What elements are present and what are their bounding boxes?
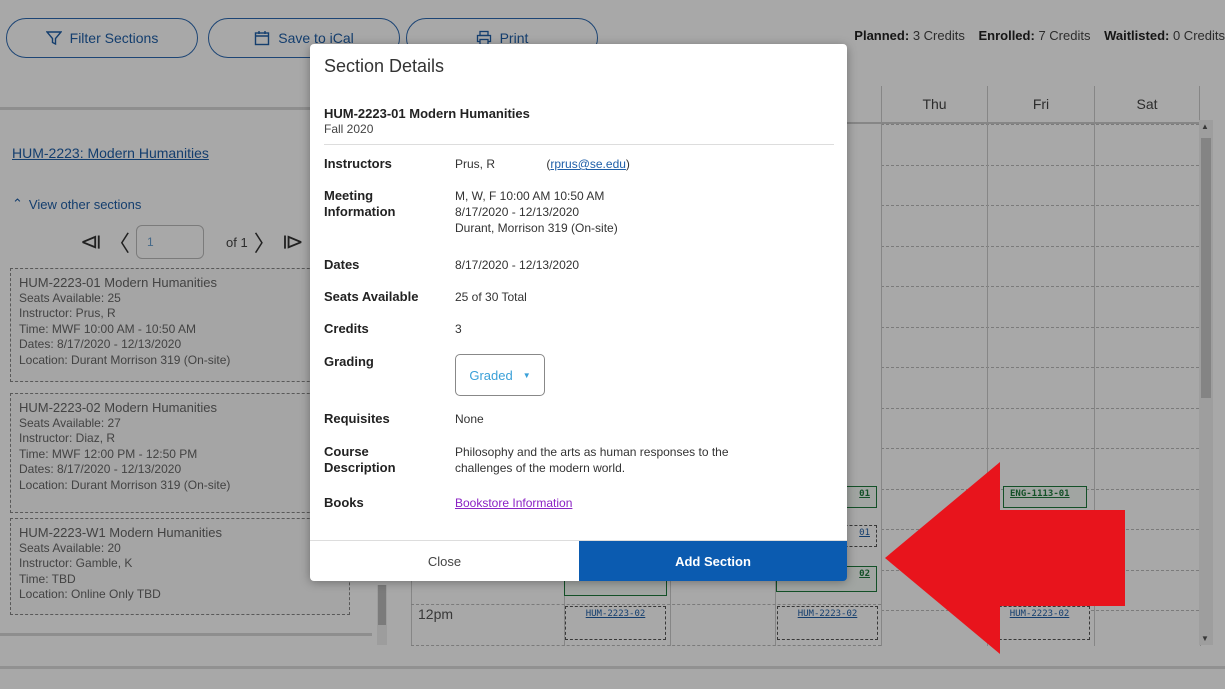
- description-label: Course Description: [324, 444, 434, 476]
- meeting-location: Durant, Morrison 319 (On-site): [455, 221, 618, 235]
- meeting-label-line1: Meeting: [324, 188, 374, 203]
- instructors-value: Prus, R (rprus@se.edu): [455, 157, 630, 171]
- dates-label: Dates: [324, 257, 360, 272]
- close-button[interactable]: Close: [310, 541, 579, 581]
- bookstore-link[interactable]: Bookstore Information: [455, 496, 572, 510]
- credits-value: 3: [455, 322, 462, 336]
- books-label: Books: [324, 495, 364, 510]
- dialog-title: Section Details: [324, 56, 445, 76]
- meeting-dates: 8/17/2020 - 12/13/2020: [455, 205, 580, 219]
- add-section-button[interactable]: Add Section: [579, 541, 847, 581]
- description-line2: challenges of the modern world.: [455, 461, 626, 475]
- credits-label: Credits: [324, 321, 369, 336]
- seats-value: 25 of 30 Total: [455, 290, 527, 304]
- description-label-line2: Description: [324, 460, 396, 475]
- caret-down-icon: ▼: [522, 370, 531, 380]
- red-arrow-annotation: [885, 462, 1125, 654]
- divider: [324, 144, 834, 145]
- requisites-label: Requisites: [324, 411, 390, 426]
- requisites-value: None: [455, 412, 484, 426]
- description-label-line1: Course: [324, 444, 369, 459]
- dialog-footer: Close Add Section: [310, 540, 847, 581]
- grading-label: Grading: [324, 354, 374, 369]
- meeting-value: M, W, F 10:00 AM 10:50 AM 8/17/2020 - 12…: [455, 188, 815, 236]
- meeting-time: M, W, F 10:00 AM 10:50 AM: [455, 189, 605, 203]
- term-label: Fall 2020: [324, 122, 374, 136]
- instructors-label: Instructors: [324, 156, 392, 171]
- meeting-label: Meeting Information: [324, 188, 434, 220]
- description-value: Philosophy and the arts as human respons…: [455, 444, 815, 476]
- grading-select[interactable]: Graded ▼: [455, 354, 545, 396]
- dates-value: 8/17/2020 - 12/13/2020: [455, 258, 580, 272]
- section-details-dialog: Section Details HUM-2223-01 Modern Human…: [310, 44, 847, 581]
- instructor-name: Prus, R: [455, 157, 496, 171]
- description-line1: Philosophy and the arts as human respons…: [455, 445, 729, 459]
- seats-label: Seats Available: [324, 289, 419, 304]
- course-heading: HUM-2223-01 Modern Humanities: [324, 106, 530, 121]
- meeting-label-line2: Information: [324, 204, 396, 219]
- instructor-email-link[interactable]: rprus@se.edu: [550, 157, 626, 171]
- grading-selected: Graded: [469, 367, 513, 383]
